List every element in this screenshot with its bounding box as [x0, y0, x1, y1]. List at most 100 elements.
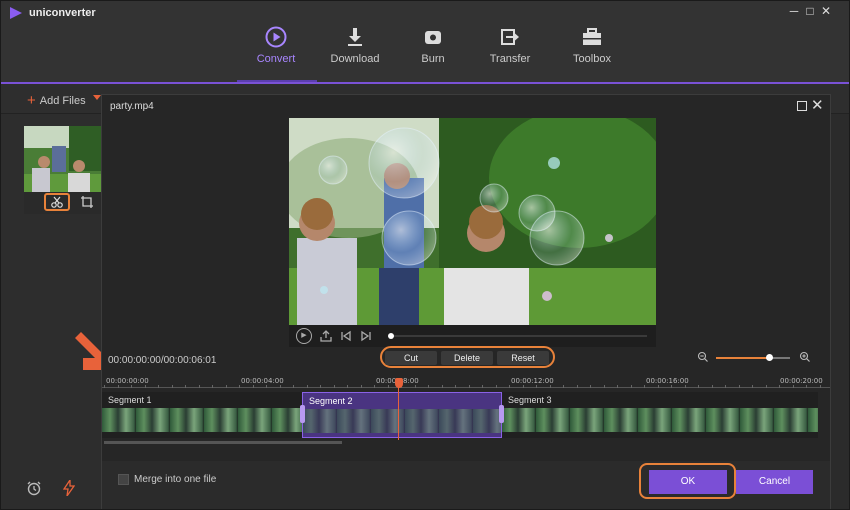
thumbnail-tools [24, 192, 102, 214]
play-button[interactable]: ▶ [296, 328, 312, 344]
ruler-tick [252, 385, 254, 388]
cancel-button[interactable]: Cancel [736, 470, 813, 494]
ruler-tick [819, 385, 821, 388]
ruler-tick [360, 385, 362, 388]
ruler-tick [806, 385, 807, 388]
merge-checkbox[interactable] [118, 474, 129, 485]
ruler-tick [320, 385, 321, 388]
convert-icon [265, 26, 287, 48]
ruler-tick [495, 385, 497, 388]
minimize-button[interactable]: ─ [787, 4, 801, 18]
ruler-tick [333, 385, 335, 388]
ruler-tick [225, 385, 227, 388]
scissors-icon [51, 196, 63, 208]
ruler-tick [266, 385, 267, 388]
player-controls: ▶ [289, 325, 656, 347]
tab-toolbox[interactable]: Toolbox [553, 23, 631, 81]
ruler-tick [374, 385, 375, 388]
timeline-ruler: 00:00:00:00 00:00:04:00 00:00:08:00 00:0… [102, 377, 830, 391]
ruler-tick [536, 385, 537, 388]
tab-burn[interactable]: Burn [394, 23, 472, 81]
tab-convert-label: Convert [256, 53, 296, 65]
video-preview [289, 118, 656, 325]
tab-download[interactable]: Download [316, 23, 394, 81]
ruler-tick [441, 385, 443, 388]
ruler-tick [738, 385, 740, 388]
zoom-out-icon[interactable] [697, 351, 709, 363]
ruler-label: 00:00:16:00 [646, 377, 689, 385]
trim-button[interactable] [44, 193, 70, 211]
delete-button[interactable]: Delete [441, 351, 493, 365]
cut-button[interactable]: Cut [385, 351, 437, 365]
segment-2[interactable]: Segment 2 [300, 392, 504, 438]
flash-icon[interactable] [63, 480, 75, 496]
playback-progress-knob[interactable] [388, 333, 394, 339]
crop-icon[interactable] [80, 195, 94, 209]
add-files-label: Add Files [39, 95, 86, 107]
close-window-button[interactable]: ✕ [819, 4, 833, 18]
segment-3[interactable]: Segment 3 [502, 392, 818, 438]
ruler-tick [725, 385, 726, 388]
tab-toolbox-label: Toolbox [573, 53, 611, 65]
maximize-button[interactable]: □ [803, 4, 817, 18]
reset-button[interactable]: Reset [497, 351, 549, 365]
tab-convert[interactable]: Convert [237, 23, 315, 81]
dialog-close-button[interactable]: ✕ [811, 96, 824, 114]
ruler-tick [468, 385, 470, 388]
segment-label: Segment 1 [108, 395, 152, 405]
ruler-tick [590, 385, 591, 388]
alarm-clock-icon[interactable] [26, 480, 42, 496]
app-name: uniconverter [29, 7, 96, 19]
video-thumbnail[interactable] [24, 126, 102, 192]
ruler-tick [212, 385, 213, 388]
previous-frame-icon[interactable] [338, 328, 354, 344]
zoom-slider-knob[interactable] [766, 354, 774, 361]
ruler-tick [414, 385, 416, 388]
ruler-tick [779, 385, 780, 388]
segment-label: Segment 3 [508, 395, 552, 405]
timeline-track: Segment 1 Segment 3 Segment 2 [102, 392, 818, 438]
playback-progress-track[interactable] [393, 335, 647, 337]
ruler-tick [549, 385, 551, 388]
app-window: uniconverter ─ □ ✕ Convert Download Burn… [0, 0, 850, 510]
segment-1[interactable]: Segment 1 [102, 392, 302, 438]
ruler-tick [617, 385, 618, 388]
ruler-tick [455, 385, 456, 388]
ruler-tick [279, 385, 281, 388]
thumbnail-image [24, 126, 102, 192]
ruler-tick [185, 385, 186, 388]
tab-transfer[interactable]: Transfer [471, 23, 549, 81]
ruler-tick [792, 385, 794, 388]
ok-button[interactable]: OK [649, 470, 727, 494]
ruler-tick [509, 385, 510, 388]
ruler-tick [603, 385, 605, 388]
ruler-tick [239, 385, 240, 388]
ruler-tick [306, 385, 308, 388]
add-files-dropdown-icon[interactable] [93, 95, 101, 100]
ruler-tick [171, 385, 173, 388]
tab-download-label: Download [330, 53, 380, 65]
timecode-display: 00:00:00:00/00:00:06:01 [108, 355, 217, 366]
ruler-tick [671, 385, 672, 388]
snapshot-icon[interactable] [318, 328, 334, 344]
segment-end-handle[interactable] [499, 405, 504, 423]
zoom-slider[interactable] [716, 354, 790, 361]
ruler-tick [144, 385, 146, 388]
toolbox-icon [583, 28, 601, 45]
tab-transfer-label: Transfer [489, 53, 531, 65]
timeline-scrollbar[interactable] [104, 441, 342, 444]
segment-filmstrip [303, 409, 501, 433]
segment-start-handle[interactable] [300, 405, 305, 423]
ruler-tick [576, 385, 578, 388]
bottom-left-bar [1, 464, 103, 509]
playhead-handle[interactable] [395, 378, 403, 388]
add-files-button[interactable]: + Add Files [27, 92, 86, 109]
zoom-in-icon[interactable] [799, 351, 811, 363]
ruler-label: 00:00:04:00 [241, 377, 284, 385]
playhead-line [398, 387, 399, 440]
dialog-maximize-button[interactable] [797, 101, 807, 111]
app-logo-icon [10, 7, 22, 19]
tab-burn-label: Burn [421, 53, 445, 65]
next-frame-icon[interactable] [358, 328, 374, 344]
video-frame-image [289, 118, 656, 325]
